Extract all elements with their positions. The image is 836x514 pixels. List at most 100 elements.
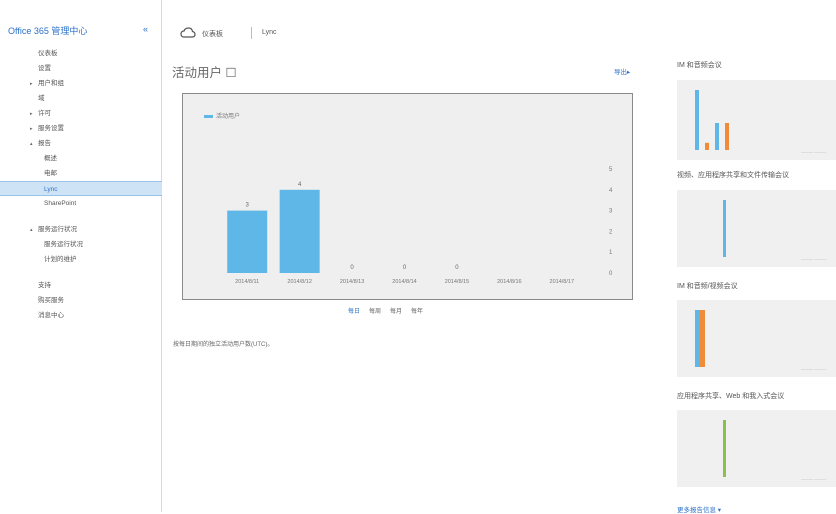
x-tick-label: 2014/8/12 <box>287 279 311 285</box>
page-title: 活动用户 ☐ <box>172 66 237 80</box>
sidebar-item[interactable]: ▴ 服务运行状况 <box>0 222 162 237</box>
mini-chart-plot: ——— ——— <box>723 200 826 261</box>
sidebar-item-label: 计划的维护 <box>44 256 77 263</box>
mini-report-title[interactable]: IM 和音频/视频会议 <box>677 281 738 291</box>
sidebar-item[interactable]: SharePoint <box>0 196 162 211</box>
mini-chart-bar <box>723 200 726 257</box>
sidebar-header: Office 365 管理中心 « <box>8 24 158 38</box>
expand-arrow-icon[interactable]: ▸ <box>30 122 38 137</box>
sidebar-item-label: 设置 <box>38 65 51 72</box>
sidebar-item[interactable]: 域 <box>0 91 162 106</box>
mini-report-chart[interactable]: ——— ——— <box>677 80 836 160</box>
period-tab[interactable]: 每月 <box>390 306 402 315</box>
sidebar-item-label: 购买服务 <box>38 297 64 304</box>
export-link[interactable]: 导出▸ <box>614 66 630 76</box>
bar-value-label: 0 <box>350 265 354 271</box>
x-tick-label: 2014/8/16 <box>497 279 521 285</box>
sidebar-item[interactable]: ▸ 服务设置 <box>0 121 162 136</box>
x-tick-label: 2014/8/14 <box>392 279 416 285</box>
period-tabs: 每日 每周 每月 每年 <box>348 306 432 315</box>
sidebar-item-label: 域 <box>38 95 45 102</box>
mini-report-title[interactable]: 视频、应用程序共享和文件传输会议 <box>677 170 789 180</box>
sidebar-item[interactable]: 购买服务 <box>0 293 162 308</box>
mini-chart-footer: ——— ——— <box>801 366 826 371</box>
breadcrumb-current: Lync <box>262 29 277 36</box>
sidebar-item[interactable]: 计划的维护 <box>0 252 162 267</box>
sidebar-item-label: 报告 <box>38 140 51 147</box>
sidebar-item[interactable]: 服务运行状况 <box>0 237 162 252</box>
sidebar-gap <box>0 211 162 222</box>
sidebar: Office 365 管理中心 « 仪表板 设置 ▸ 用户和组域 ▸ 许可 ▸ 服务设置 ▴ 报告… <box>0 0 162 512</box>
x-tick-label: 2014/8/13 <box>340 279 364 285</box>
y-tick-label: 2 <box>609 229 613 235</box>
chart-bar[interactable] <box>279 189 320 273</box>
mini-chart-bar <box>723 420 726 477</box>
mini-report-chart[interactable]: ——— ——— <box>677 410 836 487</box>
chart-note: 按每日期间的独立活动用户数(UTC)。 <box>173 342 274 348</box>
mini-chart-plot: ——— ——— <box>723 420 826 481</box>
collapse-arrow-icon[interactable]: ▴ <box>30 137 38 152</box>
cloud-icon[interactable] <box>180 26 196 40</box>
collapse-arrow-icon[interactable]: ▴ <box>30 223 38 238</box>
sidebar-item[interactable]: ▴ 报告 <box>0 136 162 151</box>
period-tab[interactable]: 每年 <box>411 306 423 315</box>
sidebar-item[interactable]: 消息中心 <box>0 308 162 323</box>
mini-chart-plot: ——— ——— <box>695 90 826 154</box>
y-tick-label: 0 <box>609 271 613 277</box>
sidebar-item-label: 消息中心 <box>38 312 64 319</box>
sidebar-item[interactable]: 设置 <box>0 61 162 76</box>
mini-report-chart[interactable]: ——— ——— <box>677 190 836 267</box>
top-bar: 仪表板 Lync <box>162 0 836 50</box>
sidebar-item[interactable]: 仪表板 <box>0 46 162 61</box>
bar-value-label: 0 <box>403 265 407 271</box>
x-tick-label: 2014/8/17 <box>550 279 574 285</box>
sidebar-item-label: SharePoint <box>44 200 77 207</box>
sidebar-item[interactable]: Lync <box>0 181 162 196</box>
bar-value-label: 4 <box>298 182 302 188</box>
sidebar-item[interactable]: 支持 <box>0 278 162 293</box>
expand-arrow-icon[interactable]: ▸ <box>30 107 38 122</box>
sidebar-item-label: 概述 <box>44 155 57 162</box>
mini-report-title[interactable]: IM 和音频会议 <box>677 60 722 70</box>
period-tab[interactable]: 每日 <box>348 306 360 315</box>
breadcrumb-dashboard[interactable]: 仪表板 <box>202 29 223 39</box>
sidebar-item[interactable]: 概述 <box>0 151 162 166</box>
y-tick-label: 4 <box>609 188 613 194</box>
sidebar-item-label: 支持 <box>38 282 51 289</box>
x-tick-label: 2014/8/15 <box>445 279 469 285</box>
sidebar-item-label: 许可 <box>38 110 51 117</box>
period-tab[interactable]: 每周 <box>369 306 381 315</box>
more-reports-link[interactable]: 更多报告信息 ▾ <box>677 504 721 514</box>
mini-chart-bar <box>695 310 700 367</box>
mini-chart-plot: ——— ——— <box>695 310 826 371</box>
mini-chart-bar <box>700 310 705 367</box>
mini-chart-footer: ——— ——— <box>801 476 826 481</box>
app-title[interactable]: Office 365 管理中心 <box>8 26 87 36</box>
mini-report-title[interactable]: 应用程序共享、Web 和我入式会议 <box>677 391 784 401</box>
expand-arrow-icon[interactable]: ▸ <box>30 77 38 92</box>
mini-chart-bar <box>695 90 699 150</box>
mini-chart-bar <box>715 123 719 150</box>
bar-value-label: 3 <box>246 203 250 209</box>
mini-chart-bar <box>705 142 709 150</box>
chevron-left-icon[interactable]: « <box>143 24 148 34</box>
chart-plot: 0 1 2 3 4 5 3 2014/8/11 4 2014/8/12 0 2014/8/13 0 201… <box>227 167 613 285</box>
chart-bar[interactable] <box>227 210 268 273</box>
mini-report-chart[interactable]: ——— ——— <box>677 300 836 377</box>
breadcrumb-separator <box>251 27 252 39</box>
sidebar-item[interactable]: 电邮 <box>0 166 162 181</box>
mini-chart-footer: ——— ——— <box>801 256 826 261</box>
sidebar-item-label: 服务设置 <box>38 125 64 132</box>
related-reports-panel: 更多报告信息 ▾ IM 和音频会议 ——— ——— 视频、应用程序共享和文件传输会议… <box>662 50 836 514</box>
x-tick-label: 2014/8/11 <box>235 279 259 285</box>
y-tick-label: 1 <box>609 250 613 256</box>
admin-center-window: Office 365 管理中心 « 仪表板 设置 ▸ 用户和组域 ▸ 许可 ▸ 服务设置 ▴ 报告… <box>0 0 836 514</box>
sidebar-item[interactable]: ▸ 用户和组 <box>0 76 162 91</box>
y-tick-label: 5 <box>609 167 613 173</box>
sidebar-item-label: 仪表板 <box>38 50 58 57</box>
sidebar-item[interactable]: ▸ 许可 <box>0 106 162 121</box>
sidebar-gap <box>0 267 162 278</box>
mini-chart-footer: ——— ——— <box>801 149 826 154</box>
sidebar-item-label: 电邮 <box>44 170 57 177</box>
active-users-chart: 活动用户 0 1 2 3 4 5 3 2014/8/11 4 2014/8/12 0 2014/8/1… <box>182 93 633 300</box>
